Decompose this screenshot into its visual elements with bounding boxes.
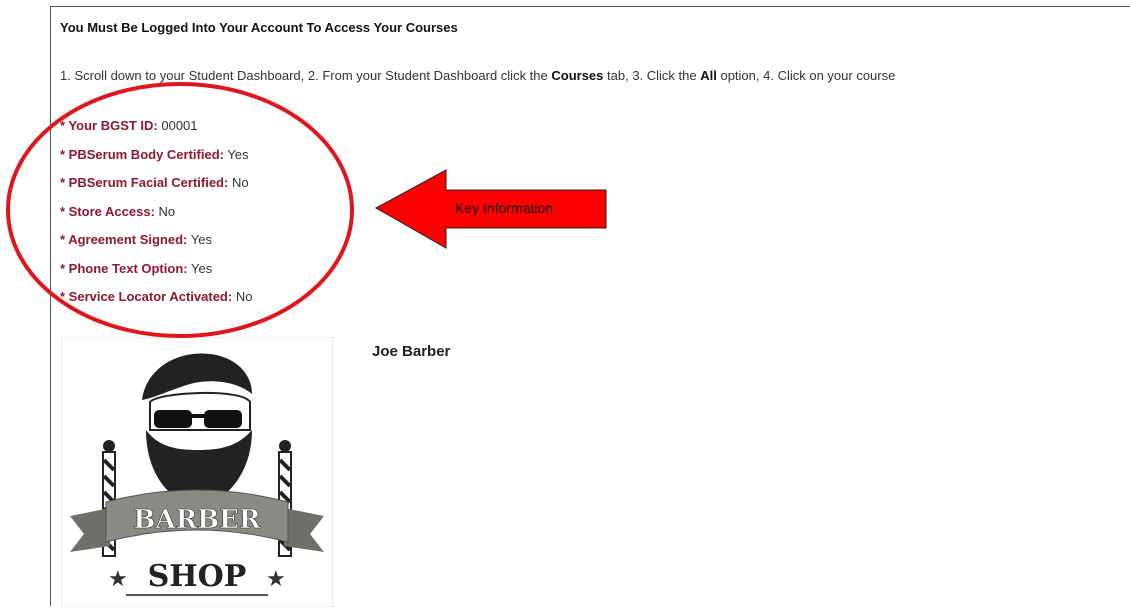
- annotation-overlay: [6, 82, 607, 338]
- highlight-circle: [6, 82, 354, 338]
- key-information-label: Key Information: [455, 200, 554, 216]
